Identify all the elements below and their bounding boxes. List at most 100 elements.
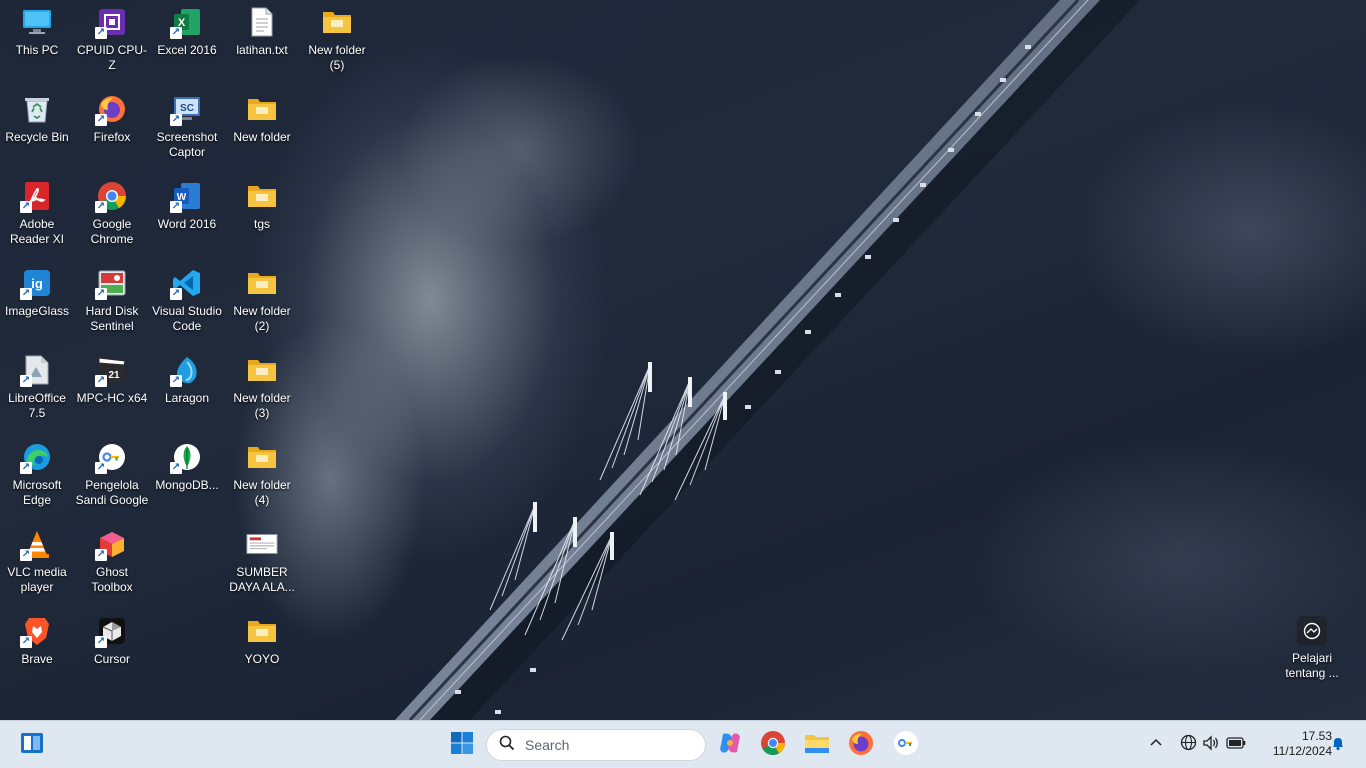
desktop-icon-label: SUMBER DAYA ALA... bbox=[229, 565, 295, 594]
desktop-icon-label: Firefox bbox=[93, 130, 131, 144]
camera-icon bbox=[1297, 616, 1327, 646]
desktop-icon-tgs[interactable]: tgs bbox=[225, 180, 299, 232]
folder-icon bbox=[246, 615, 278, 647]
chevron-up-icon bbox=[1149, 736, 1163, 755]
desktop-icon-vlc-media-player[interactable]: ↗ VLC media player bbox=[0, 528, 74, 595]
shortcut-arrow-icon: ↗ bbox=[170, 114, 182, 126]
word-icon: W ↗ bbox=[170, 180, 203, 213]
desktop-icon-label: Recycle Bin bbox=[5, 130, 69, 144]
desktop-icon-firefox[interactable]: ↗ Firefox bbox=[75, 93, 149, 145]
desktop-icon-label: MongoDB... bbox=[155, 478, 219, 492]
excel-icon: X ↗ bbox=[170, 6, 203, 39]
desktop-icon-microsoft-edge[interactable]: ↗ Microsoft Edge bbox=[0, 441, 74, 508]
shortcut-arrow-icon: ↗ bbox=[95, 114, 107, 126]
widgets-button[interactable] bbox=[14, 727, 50, 763]
desktop-icon-imageglass[interactable]: ig ↗ ImageGlass bbox=[0, 267, 74, 319]
desktop-icon-recycle-bin[interactable]: Recycle Bin bbox=[0, 93, 74, 145]
desktop-icon-label: ImageGlass bbox=[4, 304, 70, 318]
desktop-icon-adobe-reader-xi[interactable]: ↗ Adobe Reader XI bbox=[0, 180, 74, 247]
taskbar-chrome-button[interactable] bbox=[755, 727, 791, 763]
desktop-icon-cursor[interactable]: ↗ Cursor bbox=[75, 615, 149, 667]
desktop-icon-libreoffice-7-5[interactable]: ↗ LibreOffice 7.5 bbox=[0, 354, 74, 421]
taskbar-file-explorer-button[interactable] bbox=[799, 727, 835, 763]
desktop-icon-new-folder-2[interactable]: New folder (2) bbox=[225, 267, 299, 334]
desktop-icon-label: This PC bbox=[15, 43, 59, 57]
password-manager-icon: ↗ bbox=[95, 441, 128, 474]
desktop-icon-visual-studio-code[interactable]: ↗ Visual Studio Code bbox=[150, 267, 224, 334]
windows-start-icon bbox=[450, 731, 474, 760]
shortcut-arrow-icon: ↗ bbox=[20, 201, 32, 213]
mongodb-icon: ↗ bbox=[170, 441, 203, 474]
desktop-icon-mpc-hc-x64[interactable]: 21 ↗ MPC-HC x64 bbox=[75, 354, 149, 406]
svg-text:SC: SC bbox=[180, 103, 194, 114]
taskbar-password-manager-button[interactable] bbox=[888, 727, 924, 763]
shortcut-arrow-icon: ↗ bbox=[20, 462, 32, 474]
volume-button[interactable] bbox=[1201, 734, 1221, 755]
desktop-icon-label: LibreOffice 7.5 bbox=[8, 391, 66, 420]
password-manager-icon bbox=[893, 730, 919, 761]
search-placeholder: Search bbox=[525, 737, 570, 753]
battery-button[interactable] bbox=[1226, 735, 1246, 755]
desktop-icon-label: New folder (5) bbox=[308, 43, 366, 72]
folder-icon bbox=[321, 6, 353, 38]
file-explorer-icon bbox=[804, 731, 830, 760]
desktop-icon-google-chrome[interactable]: ↗ Google Chrome bbox=[75, 180, 149, 247]
desktop-icon-label: Laragon bbox=[164, 391, 210, 405]
shortcut-arrow-icon: ↗ bbox=[20, 288, 32, 300]
shortcut-arrow-icon: ↗ bbox=[20, 549, 32, 561]
desktop-icon-new-folder[interactable]: New folder bbox=[225, 93, 299, 145]
desktop-icon-label: Ghost Toolbox bbox=[91, 565, 133, 594]
widgets-icon bbox=[19, 730, 45, 761]
desktop-icon-label: Screenshot Captor bbox=[156, 130, 218, 159]
desktop-icon-mongodb[interactable]: ↗ MongoDB... bbox=[150, 441, 224, 493]
desktop-icon-pengelola-sandi-google[interactable]: ↗ Pengelola Sandi Google bbox=[75, 441, 149, 508]
desktop-icon-ghost-toolbox[interactable]: ↗ Ghost Toolbox bbox=[75, 528, 149, 595]
shortcut-arrow-icon: ↗ bbox=[170, 288, 182, 300]
copilot-icon bbox=[717, 730, 743, 761]
shortcut-arrow-icon: ↗ bbox=[95, 549, 107, 561]
desktop-icon-new-folder-3[interactable]: New folder (3) bbox=[225, 354, 299, 421]
desktop-icon-label: YOYO bbox=[244, 652, 280, 666]
shortcut-arrow-icon: ↗ bbox=[20, 636, 32, 648]
chrome-icon bbox=[760, 730, 786, 761]
taskbar-clock[interactable]: 17.53 11/12/2024 bbox=[1252, 729, 1332, 759]
spotlight-widget[interactable]: Pelajari tentang ... bbox=[1282, 616, 1342, 681]
globe-network-icon bbox=[1180, 734, 1197, 756]
start-button[interactable] bbox=[444, 727, 480, 763]
shortcut-arrow-icon: ↗ bbox=[95, 462, 107, 474]
mpc-hc-icon: 21 ↗ bbox=[95, 354, 128, 387]
show-hidden-icons-button[interactable] bbox=[1146, 735, 1166, 755]
libreoffice-icon: ↗ bbox=[20, 354, 53, 387]
desktop-icon-this-pc[interactable]: This PC bbox=[0, 6, 74, 58]
notifications-button[interactable] bbox=[1328, 735, 1348, 755]
desktop-icon-label: VLC media player bbox=[7, 565, 67, 594]
desktop-icon-screenshot-captor[interactable]: SC ↗ Screenshot Captor bbox=[150, 93, 224, 160]
desktop-icon-excel-2016[interactable]: X ↗ Excel 2016 bbox=[150, 6, 224, 58]
desktop-icon-label: MPC-HC x64 bbox=[76, 391, 148, 405]
desktop-icon-cpuid-cpu-z[interactable]: ↗ CPUID CPU-Z bbox=[75, 6, 149, 73]
desktop-icon-sumber-daya-ala[interactable]: SUMBER DAYA ALA... bbox=[225, 528, 299, 595]
desktop-icon-label: New folder (3) bbox=[233, 391, 291, 420]
desktop-icon-brave[interactable]: ↗ Brave bbox=[0, 615, 74, 667]
taskbar-firefox-button[interactable] bbox=[843, 727, 879, 763]
desktop-icon-hard-disk-sentinel[interactable]: ↗ Hard Disk Sentinel bbox=[75, 267, 149, 334]
desktop-icon-new-folder-4[interactable]: New folder (4) bbox=[225, 441, 299, 508]
folder-icon bbox=[246, 441, 278, 473]
shortcut-arrow-icon: ↗ bbox=[95, 375, 107, 387]
desktop-icon-yoyo[interactable]: YOYO bbox=[225, 615, 299, 667]
recycle-bin-icon bbox=[21, 93, 53, 125]
svg-text:21: 21 bbox=[108, 370, 120, 381]
taskbar-search-box[interactable]: Search bbox=[486, 729, 706, 761]
desktop-icon-new-folder-5[interactable]: New folder (5) bbox=[300, 6, 374, 73]
clock-time: 17.53 bbox=[1301, 729, 1332, 743]
copilot-button[interactable] bbox=[712, 727, 748, 763]
desktop-icon-word-2016[interactable]: W ↗ Word 2016 bbox=[150, 180, 224, 232]
clock-date: 11/12/2024 bbox=[1272, 744, 1332, 758]
spotlight-label: Pelajari tentang ... bbox=[1285, 651, 1339, 680]
network-button[interactable] bbox=[1178, 734, 1198, 756]
bell-icon bbox=[1330, 735, 1346, 756]
desktop-icon-latihan-txt[interactable]: latihan.txt bbox=[225, 6, 299, 58]
chrome-icon: ↗ bbox=[95, 180, 128, 213]
desktop-icon-laragon[interactable]: ↗ Laragon bbox=[150, 354, 224, 406]
folder-icon bbox=[246, 93, 278, 125]
